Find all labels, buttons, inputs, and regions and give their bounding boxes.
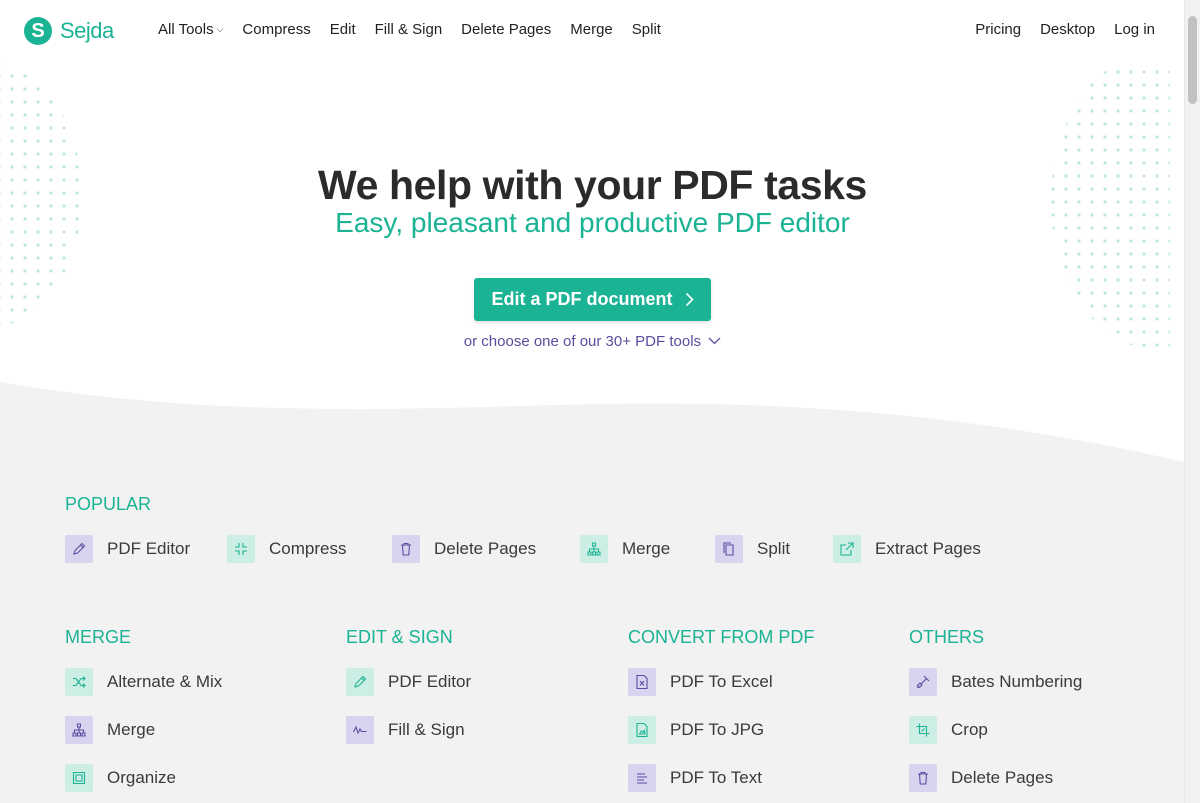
popular-heading: POPULAR: [65, 494, 152, 514]
trash-icon: [909, 764, 937, 792]
chevron-down-icon: ⌵: [216, 24, 224, 34]
nav-all-tools[interactable]: All Tools ⌵: [158, 21, 223, 38]
tool-fill-sign[interactable]: Fill & Sign: [346, 716, 465, 744]
popular-extract-pages[interactable]: Extract Pages: [833, 535, 981, 563]
chevron-right-icon: [685, 292, 694, 307]
excel-file-icon: [628, 668, 656, 696]
section-wave: [0, 382, 1185, 480]
scrollbar-thumb[interactable]: [1188, 16, 1197, 104]
nav-login[interactable]: Log in: [1114, 21, 1155, 38]
popular-merge[interactable]: Merge: [580, 535, 670, 563]
nav-delete-pages[interactable]: Delete Pages: [461, 21, 551, 38]
tool-pdf-editor[interactable]: PDF Editor: [346, 668, 471, 696]
main-nav: All Tools ⌵ Compress Edit Fill & Sign Del…: [158, 21, 680, 38]
trash-icon: [392, 535, 420, 563]
image-file-icon: [628, 716, 656, 744]
crop-icon: [909, 716, 937, 744]
tool-alternate-mix[interactable]: Alternate & Mix: [65, 668, 222, 696]
tool-crop[interactable]: Crop: [909, 716, 988, 744]
logo[interactable]: S Sejda: [24, 17, 114, 45]
extract-icon: [833, 535, 861, 563]
chevron-down-icon: [708, 337, 721, 345]
tool-pdf-to-jpg[interactable]: PDF To JPG: [628, 716, 764, 744]
edit-sign-heading: EDIT & SIGN: [346, 627, 453, 647]
hero-title: We help with your PDF tasks: [318, 162, 867, 208]
split-icon: [715, 535, 743, 563]
choose-tools-link[interactable]: or choose one of our 30+ PDF tools: [0, 333, 1185, 350]
tool-bates-numbering[interactable]: Bates Numbering: [909, 668, 1082, 696]
page-scrollbar[interactable]: [1184, 0, 1200, 803]
popular-delete-pages[interactable]: Delete Pages: [392, 535, 536, 563]
nav-fill-sign[interactable]: Fill & Sign: [375, 21, 443, 38]
popular-compress[interactable]: Compress: [227, 535, 346, 563]
nav-edit[interactable]: Edit: [330, 21, 356, 38]
edit-pdf-button[interactable]: Edit a PDF document: [474, 278, 711, 321]
organize-icon: [65, 764, 93, 792]
site-header: S Sejda All Tools ⌵ Compress Edit Fill & …: [0, 0, 1185, 62]
tool-delete-pages[interactable]: Delete Pages: [909, 764, 1053, 792]
merge-icon: [65, 716, 93, 744]
nav-desktop[interactable]: Desktop: [1040, 21, 1095, 38]
logo-text: Sejda: [60, 18, 114, 43]
tools-section: [0, 470, 1185, 803]
shuffle-icon: [65, 668, 93, 696]
dot-pattern-left: [0, 63, 82, 327]
nav-merge[interactable]: Merge: [570, 21, 613, 38]
logo-icon: S: [24, 17, 52, 45]
pencil-icon: [65, 535, 93, 563]
nav-split[interactable]: Split: [632, 21, 661, 38]
popular-split[interactable]: Split: [715, 535, 790, 563]
merge-icon: [580, 535, 608, 563]
stamp-icon: [909, 668, 937, 696]
nav-compress[interactable]: Compress: [242, 21, 310, 38]
dot-pattern-right: [1051, 56, 1170, 349]
text-lines-icon: [628, 764, 656, 792]
merge-heading: MERGE: [65, 627, 132, 647]
hero-subtitle: Easy, pleasant and productive PDF editor: [335, 207, 850, 238]
signature-icon: [346, 716, 374, 744]
account-nav: Pricing Desktop Log in: [956, 21, 1155, 38]
pencil-icon: [346, 668, 374, 696]
compress-icon: [227, 535, 255, 563]
popular-pdf-editor[interactable]: PDF Editor: [65, 535, 190, 563]
nav-pricing[interactable]: Pricing: [975, 21, 1021, 38]
others-heading: OTHERS: [909, 627, 985, 647]
tool-organize[interactable]: Organize: [65, 764, 176, 792]
tool-merge[interactable]: Merge: [65, 716, 155, 744]
tool-pdf-to-excel[interactable]: PDF To Excel: [628, 668, 773, 696]
tool-pdf-to-text[interactable]: PDF To Text: [628, 764, 762, 792]
convert-from-pdf-heading: CONVERT FROM PDF: [628, 627, 815, 647]
